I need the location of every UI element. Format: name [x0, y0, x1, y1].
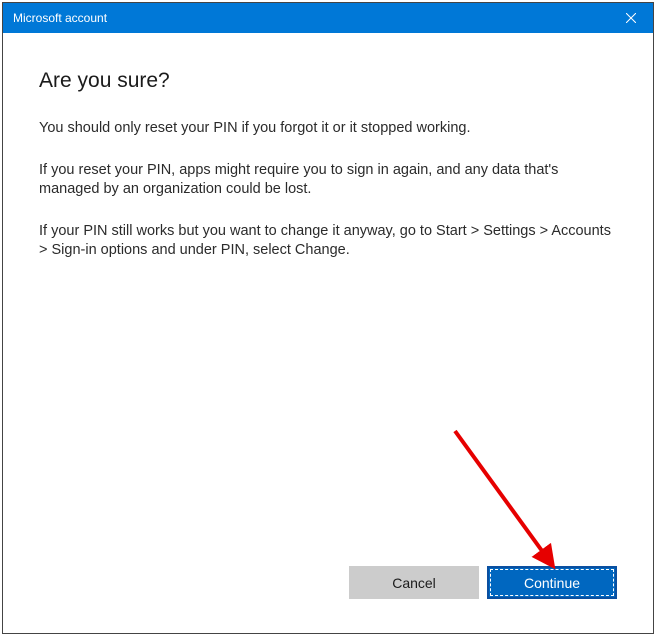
dialog-content: Are you sure? You should only reset your… [3, 33, 653, 633]
close-icon [626, 13, 636, 23]
dialog-paragraph-3: If your PIN still works but you want to … [39, 222, 617, 261]
close-button[interactable] [608, 3, 653, 33]
dialog-window: Microsoft account Are you sure? You shou… [2, 2, 654, 634]
window-title: Microsoft account [13, 3, 107, 33]
button-row: Cancel Continue [39, 566, 617, 613]
dialog-paragraph-2: If you reset your PIN, apps might requir… [39, 161, 617, 200]
dialog-paragraph-1: You should only reset your PIN if you fo… [39, 119, 617, 139]
cancel-button[interactable]: Cancel [349, 566, 479, 599]
titlebar: Microsoft account [3, 3, 653, 33]
continue-button[interactable]: Continue [487, 566, 617, 599]
dialog-heading: Are you sure? [39, 69, 617, 93]
